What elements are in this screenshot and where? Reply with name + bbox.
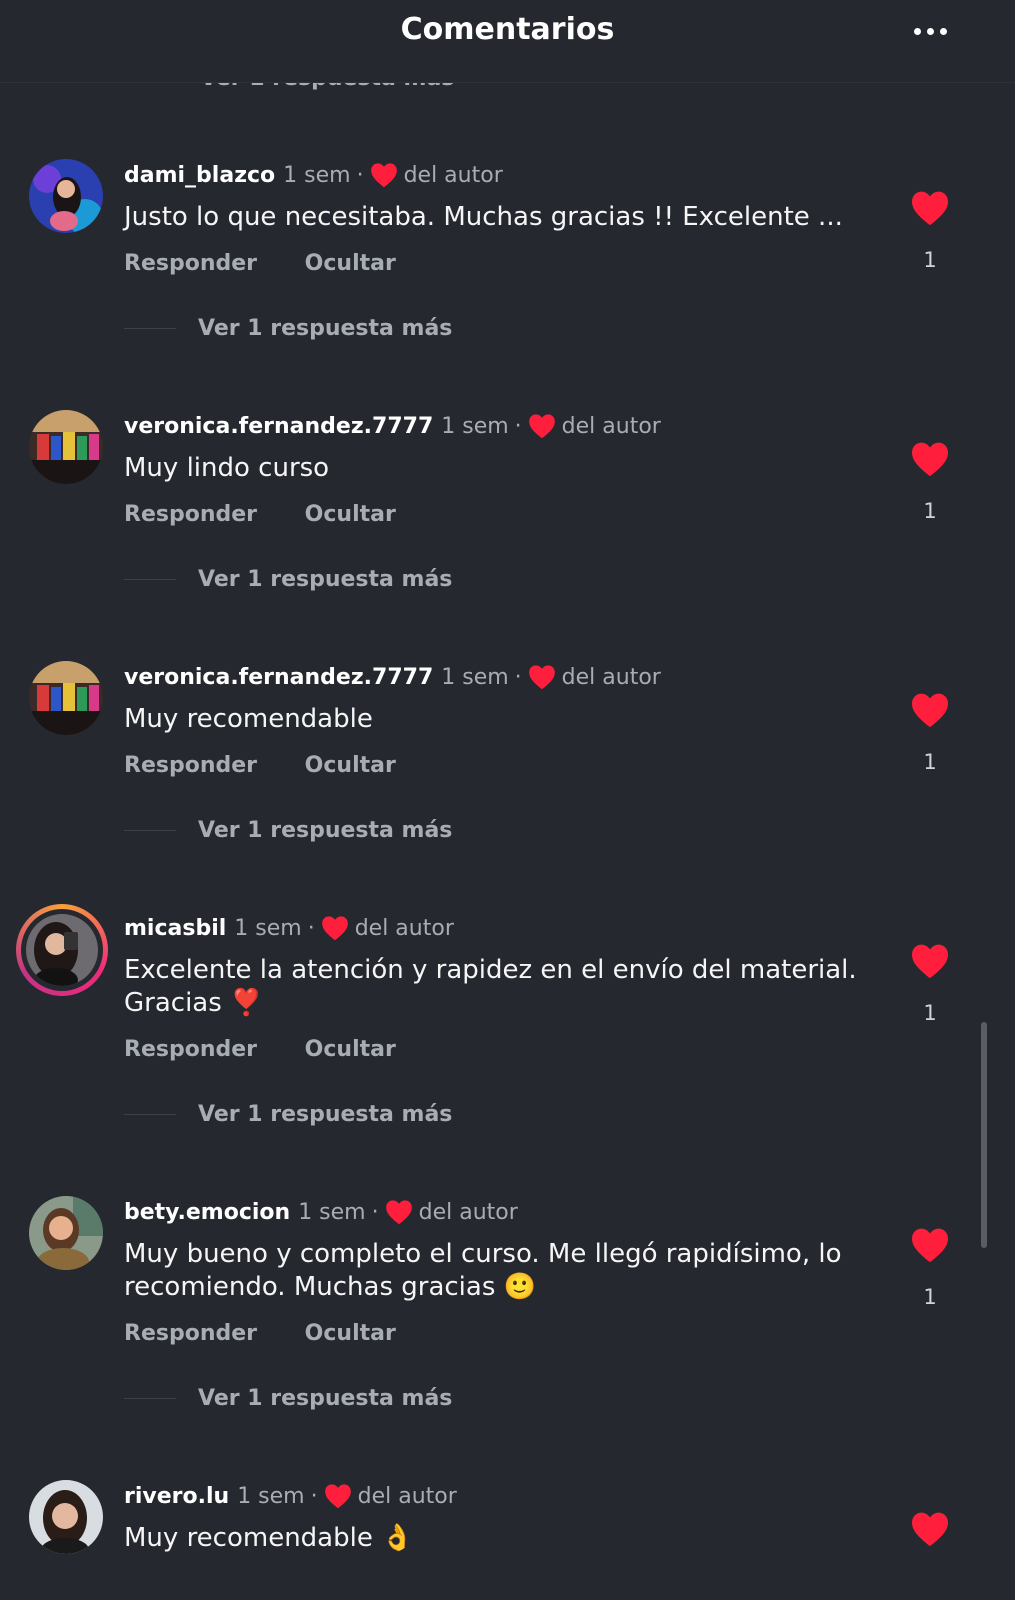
- comment-text: Muy bueno y completo el curso. Me llegó …: [124, 1239, 842, 1302]
- reply-button[interactable]: Responder: [124, 1321, 257, 1346]
- more-dot-icon: [939, 27, 947, 35]
- timestamp: 1 sem: [237, 1483, 305, 1509]
- username[interactable]: dami_blazco: [124, 163, 275, 188]
- comment-actions: Responder Ocultar: [124, 502, 436, 527]
- separator: ·: [356, 162, 364, 188]
- hide-button[interactable]: Ocultar: [305, 753, 396, 778]
- like-heart-icon[interactable]: [910, 692, 950, 728]
- view-replies-label: Ver 1 respuesta más: [198, 1102, 453, 1127]
- avatar[interactable]: [29, 159, 103, 233]
- comment-text: Muy recomendable: [124, 704, 373, 734]
- like-heart-icon[interactable]: [910, 190, 950, 226]
- hide-button[interactable]: Ocultar: [305, 502, 396, 527]
- like-heart-icon[interactable]: [910, 1511, 950, 1547]
- heart-icon: [385, 1200, 412, 1225]
- like-heart-icon[interactable]: [910, 1227, 950, 1263]
- view-replies-button[interactable]: Ver 1 respuesta más: [124, 567, 452, 592]
- username[interactable]: veronica.fernandez.7777: [124, 665, 433, 690]
- view-replies-button[interactable]: Ver 1 respuesta más: [124, 1386, 452, 1411]
- reply-divider: [124, 1114, 176, 1115]
- reply-button[interactable]: Responder: [124, 753, 257, 778]
- liked-by-author-label: del autor: [354, 915, 454, 941]
- timestamp: 1 sem: [441, 413, 509, 439]
- timestamp: 1 sem: [298, 1199, 366, 1225]
- comment-actions: Responder Ocultar: [124, 1037, 436, 1062]
- timestamp: 1 sem: [283, 162, 351, 188]
- reply-button[interactable]: Responder: [124, 1037, 257, 1062]
- like-count: 1: [923, 248, 937, 272]
- like-count: 1: [923, 1001, 937, 1025]
- timestamp: 1 sem: [234, 915, 302, 941]
- separator: ·: [371, 1199, 379, 1225]
- view-replies-label: Ver 1 respuesta más: [198, 316, 453, 341]
- comment-meta: veronica.fernandez.7777 1 sem · del auto…: [124, 664, 661, 690]
- like-count: 1: [923, 499, 937, 523]
- separator: ·: [307, 915, 315, 941]
- heart-icon: [321, 916, 348, 941]
- heart-icon: [324, 1484, 351, 1509]
- reply-divider: [124, 830, 176, 831]
- avatar[interactable]: [29, 410, 103, 484]
- like-heart-icon[interactable]: [910, 441, 950, 477]
- view-replies-button[interactable]: Ver 1 respuesta más: [124, 818, 452, 843]
- avatar[interactable]: [29, 1196, 103, 1270]
- liked-by-author-label: del autor: [357, 1483, 457, 1509]
- comment-meta: rivero.lu 1 sem · del autor: [124, 1483, 457, 1509]
- view-replies-button[interactable]: Ver 1 respuesta más: [124, 316, 452, 341]
- reply-divider: [124, 579, 176, 580]
- separator: ·: [514, 664, 522, 690]
- hide-button[interactable]: Ocultar: [305, 1037, 396, 1062]
- view-replies-label: Ver 1 respuesta más: [198, 567, 453, 592]
- comment-meta: dami_blazco 1 sem · del autor: [124, 162, 503, 188]
- comment-meta: bety.emocion 1 sem · del autor: [124, 1199, 518, 1225]
- username[interactable]: rivero.lu: [124, 1484, 229, 1509]
- heart-icon: [370, 163, 397, 188]
- separator: ·: [514, 413, 522, 439]
- scrollbar-thumb[interactable]: [981, 1022, 987, 1248]
- view-replies-label: Ver 1 respuesta más: [198, 1386, 453, 1411]
- previous-replies-peek[interactable]: Ver 1 respuesta más: [200, 82, 460, 92]
- reply-button[interactable]: Responder: [124, 502, 257, 527]
- more-dot-icon: [913, 27, 921, 35]
- like-count: 1: [923, 750, 937, 774]
- reply-button[interactable]: Responder: [124, 251, 257, 276]
- like-count: 1: [923, 1285, 937, 1309]
- more-options-button[interactable]: [905, 16, 955, 46]
- hide-button[interactable]: Ocultar: [305, 251, 396, 276]
- username[interactable]: bety.emocion: [124, 1200, 290, 1225]
- heart-icon: [528, 414, 555, 439]
- avatar[interactable]: [29, 1480, 103, 1554]
- liked-by-author-label: del autor: [403, 162, 503, 188]
- comment-actions: Responder Ocultar: [124, 753, 436, 778]
- reply-divider: [124, 328, 176, 329]
- view-replies-label: Ver 1 respuesta más: [198, 818, 453, 843]
- comment-text: Muy recomendable 👌: [124, 1523, 414, 1553]
- more-dot-icon: [926, 27, 934, 35]
- comment-meta: micasbil 1 sem · del autor: [124, 915, 454, 941]
- username[interactable]: micasbil: [124, 916, 226, 941]
- previous-replies-label: Ver 1 respuesta más: [200, 82, 460, 91]
- heart-icon: [528, 665, 555, 690]
- avatar: [26, 914, 98, 986]
- comment-meta: veronica.fernandez.7777 1 sem · del auto…: [124, 413, 661, 439]
- page-title: Comentarios: [400, 12, 615, 47]
- separator: ·: [310, 1483, 318, 1509]
- timestamp: 1 sem: [441, 664, 509, 690]
- comment-text: Excelente la atención y rapidez en el en…: [124, 955, 857, 1018]
- liked-by-author-label: del autor: [561, 413, 661, 439]
- top-bar: Comentarios: [0, 0, 1015, 83]
- liked-by-author-label: del autor: [418, 1199, 518, 1225]
- reply-divider: [124, 1398, 176, 1399]
- view-replies-button[interactable]: Ver 1 respuesta más: [124, 1102, 452, 1127]
- like-heart-icon[interactable]: [910, 943, 950, 979]
- avatar[interactable]: [29, 661, 103, 735]
- comment-text: Justo lo que necesitaba. Muchas gracias …: [124, 202, 843, 232]
- liked-by-author-label: del autor: [561, 664, 661, 690]
- username[interactable]: veronica.fernandez.7777: [124, 414, 433, 439]
- comment-actions: Responder Ocultar: [124, 1321, 436, 1346]
- comment-text: Muy lindo curso: [124, 453, 330, 483]
- hide-button[interactable]: Ocultar: [305, 1321, 396, 1346]
- avatar-with-story-ring[interactable]: [16, 904, 108, 996]
- comment-actions: Responder Ocultar: [124, 251, 436, 276]
